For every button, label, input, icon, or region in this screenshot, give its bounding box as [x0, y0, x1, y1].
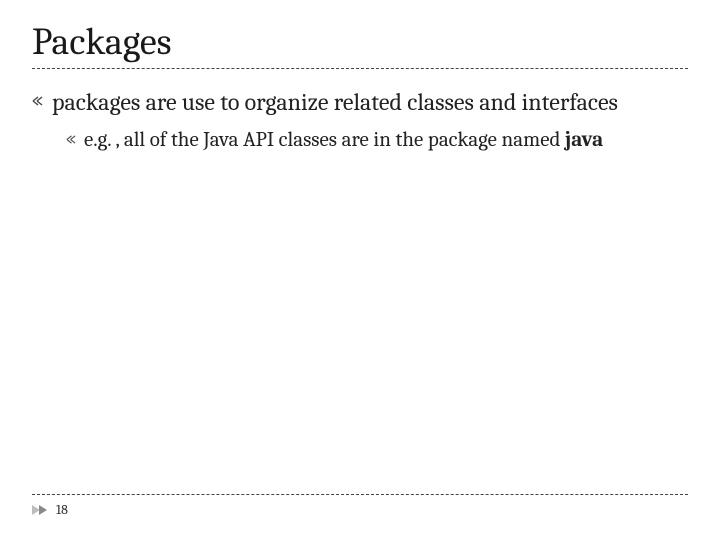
- footer-divider: [32, 494, 688, 495]
- bullet-icon: [32, 95, 52, 110]
- page-number: 18: [56, 501, 68, 518]
- slide: Packages packages are use to organize re…: [0, 0, 720, 540]
- sub-bullet-item: e.g. , all of the Java API classes are i…: [66, 127, 688, 154]
- slide-footer: 18: [32, 494, 688, 518]
- triangle-decorator-icon: [32, 504, 50, 516]
- page-title: Packages: [32, 20, 688, 64]
- sub-bullet-text: e.g. , all of the Java API classes are i…: [84, 127, 603, 154]
- footer-row: 18: [32, 501, 688, 518]
- bullet-text: packages are use to organize related cla…: [52, 87, 618, 117]
- sub-bullet-bold: java: [565, 128, 603, 152]
- sub-bullet-plain: e.g. , all of the Java API classes are i…: [84, 128, 565, 152]
- subbullet-icon: [66, 134, 84, 147]
- bullet-item: packages are use to organize related cla…: [32, 87, 688, 117]
- title-divider: [32, 68, 688, 69]
